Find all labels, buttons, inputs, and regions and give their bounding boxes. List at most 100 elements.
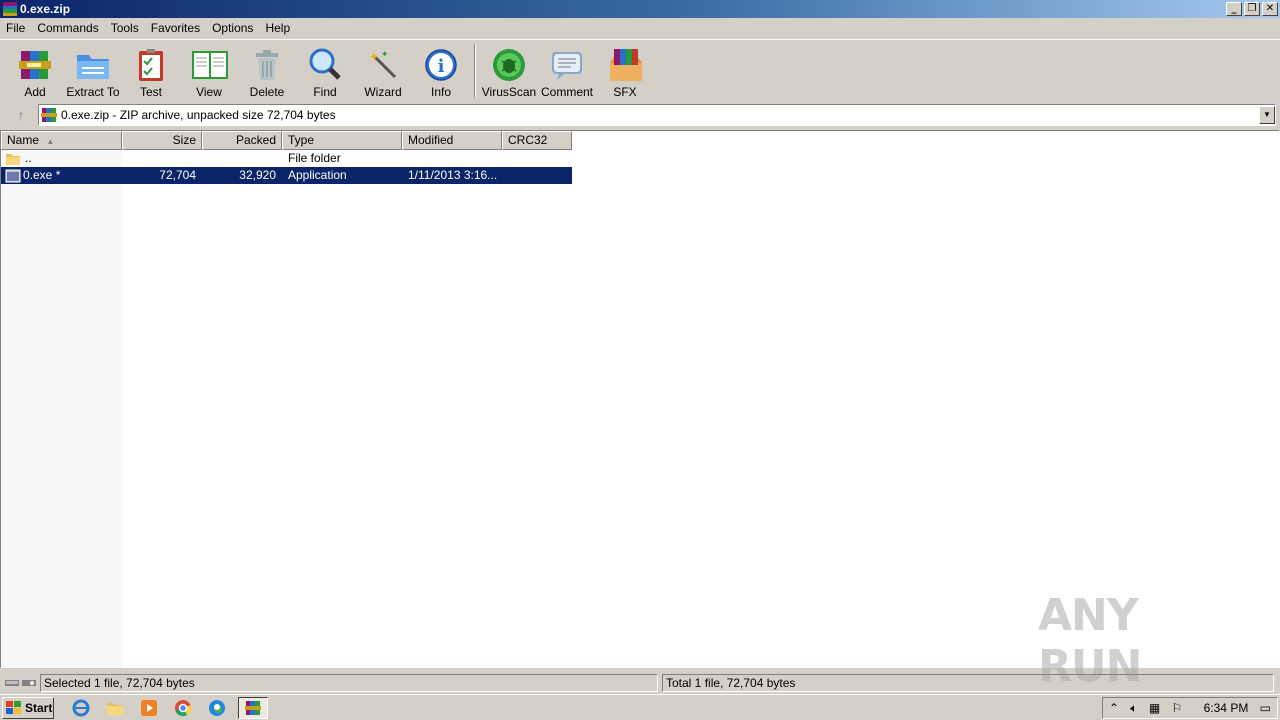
- column-crc32[interactable]: CRC32: [502, 131, 572, 150]
- up-arrow-icon[interactable]: ↑: [4, 104, 38, 126]
- exe-file-icon: [5, 169, 21, 182]
- title-bar: 0.exe.zip _ ❐ ✕: [0, 0, 1280, 18]
- add-button[interactable]: Add: [6, 40, 64, 101]
- sfx-box-icon: [606, 46, 644, 84]
- view-button[interactable]: View: [180, 40, 238, 101]
- minimize-button[interactable]: _: [1226, 2, 1242, 16]
- comment-button[interactable]: Comment: [538, 40, 596, 101]
- file-type: File folder: [288, 151, 341, 165]
- menu-bar: File Commands Tools Favorites Options He…: [0, 18, 1280, 38]
- column-size[interactable]: Size: [122, 131, 202, 150]
- window-title: 0.exe.zip: [20, 2, 71, 16]
- media-player-icon[interactable]: [136, 697, 162, 719]
- find-label: Find: [313, 85, 337, 99]
- file-type: Application: [288, 168, 347, 182]
- address-bar[interactable]: 0.exe.zip - ZIP archive, unpacked size 7…: [38, 104, 1276, 126]
- svg-text:i: i: [438, 56, 445, 77]
- file-modified: [402, 150, 502, 167]
- wand-icon: ✦ ✦: [364, 46, 402, 84]
- start-button[interactable]: Start: [2, 696, 54, 719]
- volume-icon[interactable]: 🔈︎: [1130, 701, 1137, 716]
- test-label: Test: [139, 85, 162, 99]
- menu-tools[interactable]: Tools: [105, 18, 145, 38]
- menu-file[interactable]: File: [0, 18, 31, 38]
- edge-icon[interactable]: [204, 697, 230, 719]
- taskbar: Start ⌃ 🔈︎ ▦ ⚐ 6:34 PM ▭: [0, 694, 1280, 720]
- toolbar-separator: [474, 44, 476, 97]
- address-dropdown-button[interactable]: ▼: [1259, 106, 1275, 124]
- close-button[interactable]: ✕: [1262, 2, 1278, 16]
- address-text: 0.exe.zip - ZIP archive, unpacked size 7…: [61, 108, 336, 122]
- file-packed: 32,920: [239, 168, 276, 182]
- find-button[interactable]: Find: [296, 40, 354, 101]
- address-row: ↑ 0.exe.zip - ZIP archive, unpacked size…: [0, 102, 1280, 128]
- winrar-app-icon: [3, 2, 17, 16]
- sfx-button[interactable]: SFX: [596, 40, 654, 101]
- delete-label: Delete: [249, 85, 285, 99]
- drive-icon[interactable]: [0, 679, 40, 687]
- restore-button[interactable]: ❐: [1244, 2, 1260, 16]
- ie-icon[interactable]: [68, 697, 94, 719]
- column-type[interactable]: Type: [282, 131, 402, 150]
- folder-icon: [6, 153, 20, 165]
- view-label: View: [196, 85, 222, 99]
- wizard-button[interactable]: ✦ ✦ Wizard: [354, 40, 412, 101]
- extract-to-label: Extract To: [66, 85, 120, 99]
- info-label: Info: [430, 85, 451, 99]
- system-tray: ⌃ 🔈︎ ▦ ⚐ 6:34 PM ▭: [1102, 697, 1278, 719]
- table-row[interactable]: 0.exe * 72,704 32,920 Application 1/11/2…: [1, 167, 572, 184]
- column-name[interactable]: Name ▲: [1, 131, 122, 150]
- winrar-taskbar-icon[interactable]: [238, 696, 268, 719]
- zip-archive-icon: [41, 108, 57, 122]
- file-size: [122, 150, 202, 167]
- toolbar: Add Extract To Test View Delete Find ✦✦: [0, 39, 1280, 101]
- test-clipboard-icon: [132, 46, 170, 84]
- explorer-folder-icon[interactable]: [102, 697, 128, 719]
- file-packed: [202, 150, 282, 167]
- magnifier-icon: [306, 46, 344, 84]
- info-button[interactable]: i Info: [412, 40, 470, 101]
- table-row[interactable]: .. File folder: [1, 150, 572, 167]
- delete-button[interactable]: Delete: [238, 40, 296, 101]
- file-crc: [502, 150, 572, 167]
- file-size: 72,704: [159, 168, 196, 182]
- status-total: Total 1 file, 72,704 bytes: [662, 674, 1274, 692]
- comment-icon: [548, 46, 586, 84]
- menu-help[interactable]: Help: [259, 18, 296, 38]
- bug-icon: [490, 46, 528, 84]
- status-selected: Selected 1 file, 72,704 bytes: [40, 674, 658, 692]
- comment-label: Comment: [540, 85, 593, 99]
- add-label: Add: [24, 85, 46, 99]
- info-icon: i: [422, 46, 460, 84]
- tray-expand-icon[interactable]: ⌃: [1109, 701, 1119, 715]
- extract-folder-icon: [74, 46, 112, 84]
- clock[interactable]: 6:34 PM: [1204, 701, 1249, 715]
- extract-to-button[interactable]: Extract To: [64, 40, 122, 101]
- sfx-label: SFX: [613, 85, 637, 99]
- test-button[interactable]: Test: [122, 40, 180, 101]
- status-bar: Selected 1 file, 72,704 bytes Total 1 fi…: [0, 673, 1280, 693]
- anyrun-watermark: ANY RUN: [1038, 590, 1142, 692]
- column-header: Name ▲ Size Packed Type Modified CRC32: [1, 131, 572, 150]
- file-name: 0.exe *: [23, 168, 61, 182]
- network-icon[interactable]: ▦: [1149, 701, 1160, 715]
- column-packed[interactable]: Packed: [202, 131, 282, 150]
- file-crc: [502, 167, 572, 184]
- wizard-label: Wizard: [364, 85, 402, 99]
- menu-options[interactable]: Options: [206, 18, 259, 38]
- chrome-icon[interactable]: [170, 697, 196, 719]
- show-desktop-icon[interactable]: ▭: [1260, 701, 1271, 715]
- virusscan-label: VirusScan: [481, 85, 537, 99]
- file-name: ..: [25, 151, 32, 165]
- column-modified[interactable]: Modified: [402, 131, 502, 150]
- file-modified: 1/11/2013 3:16...: [408, 168, 498, 182]
- svg-text:✦: ✦: [381, 50, 389, 60]
- trash-icon: [248, 46, 286, 84]
- menu-commands[interactable]: Commands: [31, 18, 104, 38]
- svg-text:✦: ✦: [369, 50, 379, 64]
- menu-favorites[interactable]: Favorites: [145, 18, 206, 38]
- view-book-icon: [190, 46, 228, 84]
- action-center-flag-icon[interactable]: ⚐: [1172, 701, 1183, 715]
- virusscan-button[interactable]: VirusScan: [480, 40, 538, 101]
- file-list: Name ▲ Size Packed Type Modified CRC32 .…: [0, 130, 1280, 668]
